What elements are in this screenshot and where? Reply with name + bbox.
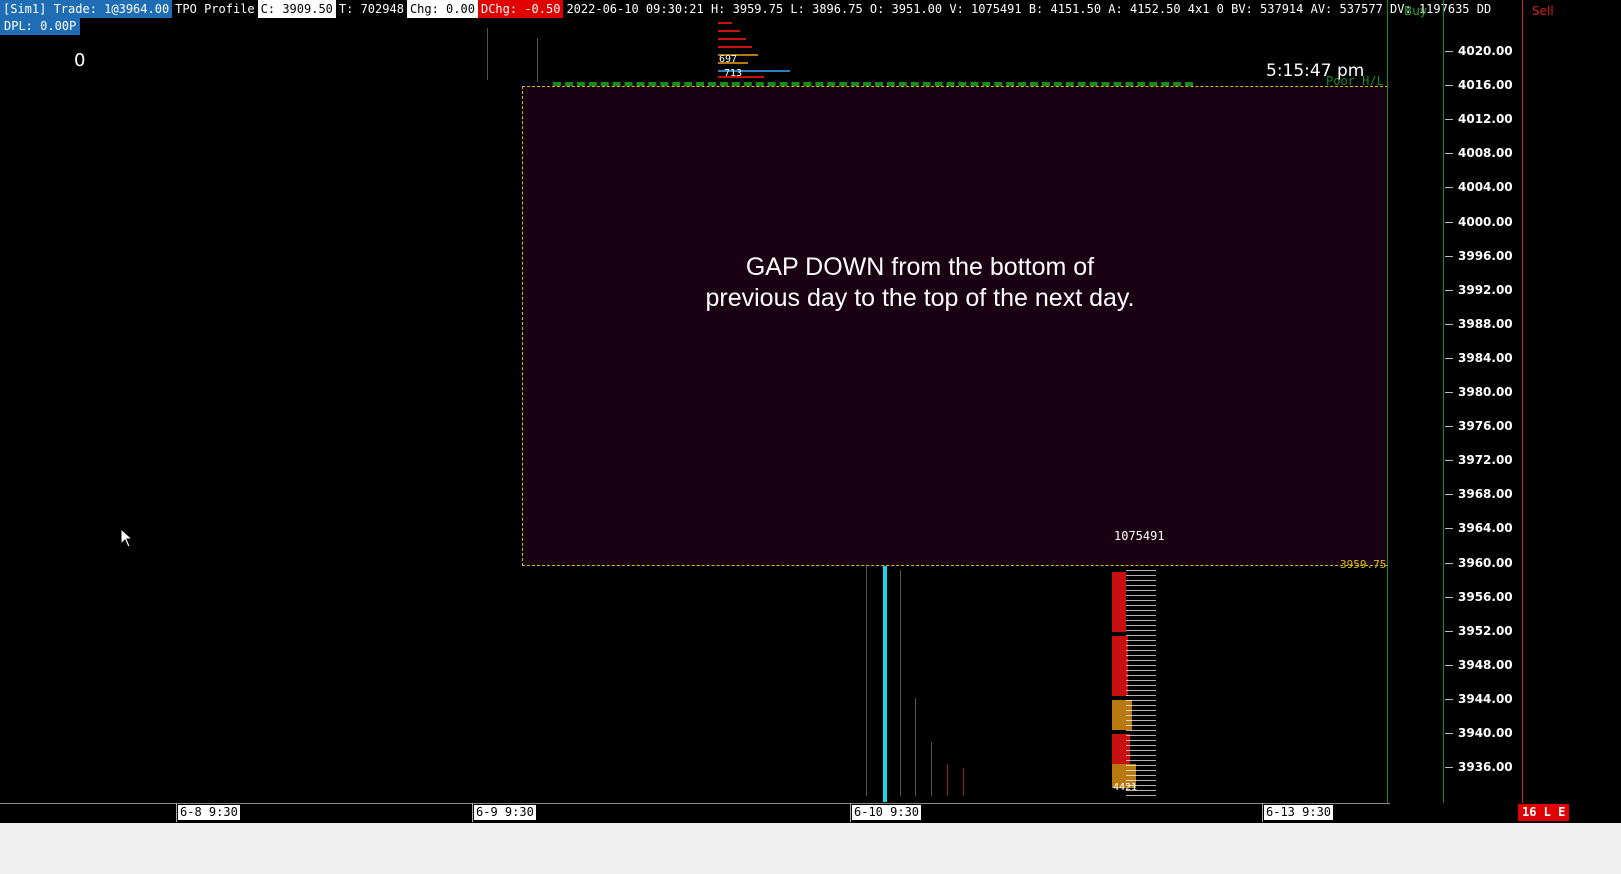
- price-tick: [1445, 767, 1453, 769]
- profile-label: 697: [719, 54, 738, 65]
- date-tick: [176, 803, 177, 822]
- price-label: 3964.00: [1458, 521, 1513, 536]
- price-label: 4012.00: [1458, 112, 1513, 127]
- price-label: 3952.00: [1458, 623, 1513, 638]
- price-tick: [1445, 698, 1453, 700]
- price-tick: [1445, 255, 1453, 257]
- clock-label: 5:15:47 pm: [1266, 61, 1365, 81]
- price-tick: [1445, 664, 1453, 666]
- profile-label: 713: [724, 68, 743, 79]
- poor-hl-line: [553, 82, 1193, 86]
- price-tick: [1445, 460, 1453, 462]
- price-label: 3972.00: [1458, 453, 1513, 468]
- thin-bar: [866, 566, 867, 796]
- status-bar: [0, 823, 1621, 874]
- price-label: 4004.00: [1458, 180, 1513, 195]
- gap-rectangle[interactable]: [522, 86, 1388, 566]
- panel-divider: [1387, 0, 1388, 803]
- price-label: 3936.00: [1458, 760, 1513, 775]
- price-tick: [1445, 85, 1453, 87]
- thin-bar: [963, 768, 964, 796]
- price-label: 3996.00: [1458, 248, 1513, 263]
- thin-bar: [487, 28, 488, 80]
- status-badge[interactable]: 16 L E: [1518, 804, 1570, 821]
- price-tick: [1445, 596, 1453, 598]
- thin-bar: [915, 698, 916, 796]
- tpo-profile-current-day[interactable]: 4421: [1112, 566, 1172, 802]
- date-tick: [472, 803, 473, 822]
- panel-divider: [1522, 0, 1523, 803]
- date-label: 6-13 9:30: [1264, 805, 1334, 820]
- thin-bar: [931, 742, 932, 796]
- price-label: 3968.00: [1458, 487, 1513, 502]
- date-tick: [850, 803, 851, 822]
- price-tick: [1445, 323, 1453, 325]
- price-tick: [1445, 528, 1453, 530]
- price-label: 3992.00: [1458, 282, 1513, 297]
- date-label: 6-8 9:30: [178, 805, 240, 820]
- price-label: 3984.00: [1458, 350, 1513, 365]
- thin-bar: [537, 38, 538, 82]
- price-label: 4020.00: [1458, 44, 1513, 58]
- price-tick: [1445, 494, 1453, 496]
- level-label: 3959.75: [1340, 558, 1387, 571]
- volume-label: 1075491: [1114, 529, 1165, 543]
- price-label: 4008.00: [1458, 146, 1513, 161]
- date-tick: [1262, 803, 1263, 822]
- price-label: 3940.00: [1458, 726, 1513, 740]
- thin-bar: [900, 570, 901, 796]
- buy-column-header[interactable]: Buy: [1404, 4, 1427, 18]
- price-tick: [1445, 51, 1453, 52]
- price-tick: [1445, 119, 1453, 121]
- price-tick: [1445, 357, 1453, 359]
- price-tick: [1445, 392, 1453, 393]
- price-label: 3976.00: [1458, 419, 1513, 434]
- panel-divider: [1443, 0, 1444, 803]
- tpo-profile-prev-day[interactable]: 697 713: [718, 18, 790, 86]
- price-label: 3956.00: [1458, 589, 1513, 604]
- price-tick: [1445, 289, 1453, 291]
- sell-column-header[interactable]: Sell: [1532, 4, 1554, 18]
- price-tick: [1445, 221, 1453, 223]
- price-label: 4000.00: [1458, 214, 1513, 229]
- price-tick: [1445, 733, 1453, 734]
- price-label: 4016.00: [1458, 78, 1513, 93]
- price-label: 3944.00: [1458, 691, 1513, 706]
- price-label: 3960.00: [1458, 555, 1513, 570]
- price-label: 3980.00: [1458, 385, 1513, 399]
- date-label: 6-9 9:30: [474, 805, 536, 820]
- price-tick: [1445, 562, 1453, 564]
- profile-label: 4421: [1113, 782, 1138, 793]
- price-label: 3988.00: [1458, 316, 1513, 331]
- price-tick: [1445, 426, 1453, 428]
- price-tick: [1445, 153, 1453, 155]
- open-marker-bar: [883, 566, 887, 802]
- date-label: 6-10 9:30: [852, 805, 922, 820]
- thin-bar: [947, 764, 948, 796]
- chart-area[interactable]: GAP DOWN from the bottom of previous day…: [0, 0, 1390, 803]
- gap-annotation[interactable]: GAP DOWN from the bottom of previous day…: [700, 252, 1140, 314]
- price-label: 3948.00: [1458, 657, 1513, 672]
- price-tick: [1445, 187, 1453, 189]
- price-tick: [1445, 630, 1453, 632]
